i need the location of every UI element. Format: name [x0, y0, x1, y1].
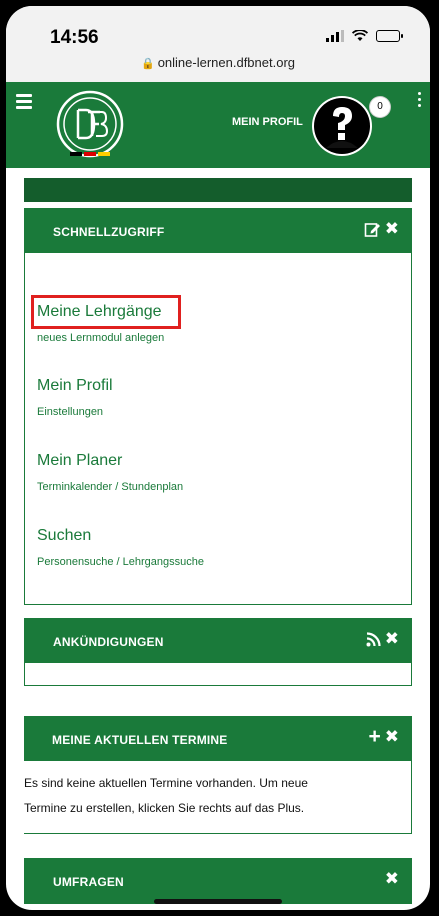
quick-access-body: Meine Lehrgänge neues Lernmodul anlegen … [25, 253, 411, 604]
lock-icon: 🔒 [140, 58, 155, 70]
quick-item-courses: Meine Lehrgänge neues Lernmodul anlegen [37, 303, 164, 344]
top-divider-bar [24, 178, 412, 202]
quick-access-panel: SCHNELLZUGRIFF ✖ Meine Lehrgänge neues L… [24, 208, 412, 605]
link-person-search[interactable]: Personensuche / Lehrgangssuche [37, 556, 204, 568]
dfb-logo[interactable] [56, 90, 124, 158]
phone-screen: 14:56 🔒 online-lernen.dfbnet.org MEIN PR… [6, 6, 430, 910]
close-icon[interactable]: ✖ [385, 727, 399, 747]
link-new-module[interactable]: neues Lernmodul anlegen [37, 332, 164, 344]
avatar[interactable] [312, 96, 372, 156]
appointments-panel: MEINE AKTUELLEN TERMINE + ✖ Es sind kein… [24, 716, 412, 834]
link-my-profile[interactable]: Mein Profil [37, 377, 113, 395]
main-content: SCHNELLZUGRIFF ✖ Meine Lehrgänge neues L… [6, 168, 430, 910]
app-header: MEIN PROFIL 0 [6, 82, 430, 168]
wifi-icon [352, 30, 368, 41]
rss-icon[interactable] [366, 631, 381, 647]
link-my-planner[interactable]: Mein Planer [37, 452, 183, 470]
quick-access-title: SCHNELLZUGRIFF [53, 225, 165, 239]
signal-icon [326, 30, 344, 42]
surveys-header: UMFRAGEN ✖ [25, 859, 411, 903]
close-icon[interactable]: ✖ [385, 219, 399, 239]
status-icons [326, 30, 403, 42]
link-my-courses[interactable]: Meine Lehrgänge [37, 303, 164, 321]
battery-icon [376, 30, 403, 42]
edit-icon[interactable] [364, 221, 381, 238]
announcements-panel: ANKÜNDIGUNGEN ✖ [24, 618, 412, 686]
profile-link[interactable]: MEIN PROFIL [232, 116, 303, 128]
quick-item-search: Suchen Personensuche / Lehrgangssuche [37, 527, 204, 568]
quick-item-profile: Mein Profil Einstellungen [37, 377, 113, 418]
url-bar[interactable]: 🔒 online-lernen.dfbnet.org [6, 53, 430, 83]
notification-badge[interactable]: 0 [370, 97, 390, 117]
announcements-body [25, 663, 411, 685]
link-search[interactable]: Suchen [37, 527, 204, 545]
appointments-header: MEINE AKTUELLEN TERMINE + ✖ [24, 717, 411, 761]
appointments-message-line2: Termine zu erstellen, klicken Sie rechts… [24, 801, 305, 815]
surveys-title: UMFRAGEN [53, 875, 124, 889]
url-text: online-lernen.dfbnet.org [157, 55, 296, 70]
quick-access-header: SCHNELLZUGRIFF ✖ [25, 209, 411, 253]
announcements-title: ANKÜNDIGUNGEN [53, 635, 164, 649]
link-settings[interactable]: Einstellungen [37, 406, 113, 418]
link-calendar[interactable]: Terminkalender / Stundenplan [37, 481, 183, 493]
status-time: 14:56 [50, 27, 99, 48]
surveys-panel: UMFRAGEN ✖ [24, 858, 412, 904]
appointments-title: MEINE AKTUELLEN TERMINE [52, 733, 228, 747]
add-icon[interactable]: + [368, 726, 380, 747]
close-icon[interactable]: ✖ [385, 869, 399, 889]
more-options-icon[interactable] [418, 92, 422, 110]
close-icon[interactable]: ✖ [385, 629, 399, 649]
announcements-header: ANKÜNDIGUNGEN ✖ [25, 619, 411, 663]
menu-icon[interactable] [16, 94, 32, 109]
appointments-body: Es sind keine aktuellen Termine vorhande… [24, 761, 411, 821]
question-avatar-icon [314, 98, 370, 154]
appointments-message-line1: Es sind keine aktuellen Termine vorhande… [24, 776, 308, 790]
home-indicator[interactable] [154, 899, 282, 904]
quick-item-planner: Mein Planer Terminkalender / Stundenplan [37, 452, 183, 493]
